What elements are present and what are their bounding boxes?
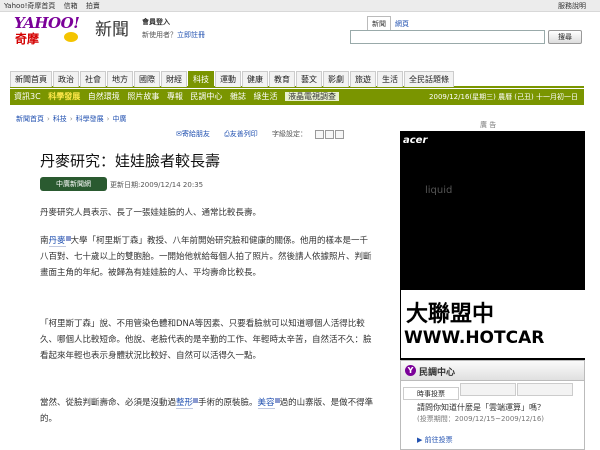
poll-title: 民調中心 xyxy=(419,368,456,378)
logo-bird-icon xyxy=(64,32,78,42)
yahoo-logo[interactable]: YAHOO! 奇摩 xyxy=(14,14,92,46)
logo-sub: 奇摩 xyxy=(15,32,40,46)
subnav-item-tv-survey[interactable]: 液晶電視調查 xyxy=(285,92,340,101)
poll-period: (投票期間：2009/12/15~2009/12/16) xyxy=(417,415,545,423)
auction-link[interactable]: 拍賣 xyxy=(86,2,100,10)
font-size-medium-icon[interactable] xyxy=(325,129,335,139)
main-nav: 新聞首頁 政治 社會 地方 國際 財經 科技 運動 健康 教育 藝文 影劇 旅遊… xyxy=(10,71,584,88)
login-area: 會員登入 新使用者？立即註冊 xyxy=(142,17,205,40)
breadcrumb-item[interactable]: 中廣 xyxy=(112,115,126,123)
breadcrumb: 新聞首頁 › 科技 › 科學發展 › 中廣 xyxy=(16,114,126,124)
ad-label: 廣 告 xyxy=(480,121,497,129)
nav-item-active[interactable]: 科技 xyxy=(188,71,214,87)
article-tools: ✉寄給朋友 ⎙友善列印 字級設定： xyxy=(176,129,388,139)
nav-item[interactable]: 藝文 xyxy=(296,71,322,87)
search-tab-news[interactable]: 新聞 xyxy=(367,16,391,31)
article-paragraph: 「柯里斯丁森」說、不用管染色體和DNA等因素、只要看臉就可以知道哪個人活得比較久… xyxy=(40,319,372,361)
help-link[interactable]: 服務說明 xyxy=(558,0,586,12)
register-link[interactable]: 立即註冊 xyxy=(177,31,205,39)
poll-tab[interactable] xyxy=(517,383,573,396)
font-size-large-icon[interactable] xyxy=(335,129,345,139)
ad-brand: acer xyxy=(403,135,428,146)
keyword-link[interactable]: 整形 xyxy=(176,398,194,409)
print-label: 友善列印 xyxy=(229,130,258,138)
source-logo: 中廣新聞網 xyxy=(40,177,107,191)
ad-text-cn: 大聯盟中 xyxy=(406,302,495,327)
sub-nav-items: 資訊3C 科學發展 自然環境 照片故事 專報 民調中心 雜誌 綠生活 液晶電視調… xyxy=(14,89,344,105)
sub-nav: 資訊3C 科學發展 自然環境 照片故事 專報 民調中心 雜誌 綠生活 液晶電視調… xyxy=(10,89,584,105)
nav-item[interactable]: 全民話題條 xyxy=(404,71,454,87)
top-bar: Yahoo!奇摩首頁 信箱 拍賣 服務說明 xyxy=(0,0,600,12)
text: 大學「柯里斯丁森」教授、八年前開始研究臉和健康的關係。他用的樣本是一千八百對、七… xyxy=(40,236,372,278)
breadcrumb-item[interactable]: 新聞首頁 xyxy=(16,115,44,123)
breadcrumb-separator: › xyxy=(47,115,50,123)
nav-item[interactable]: 影劇 xyxy=(323,71,349,87)
nav-item[interactable]: 政治 xyxy=(53,71,79,87)
article-paragraph: 南丹麥 大學「柯里斯丁森」教授、八年前開始研究臉和健康的關係。他用的樣本是一千八百… xyxy=(40,233,376,281)
article-paragraph: 當然、從臉判斷壽命、必須是沒動過整形 手術的原裝臉。美容 過的山寨版、是做不得準的。 xyxy=(40,395,376,427)
poll-vote-link[interactable]: ▶ 前往投票 xyxy=(417,435,453,445)
breadcrumb-separator: › xyxy=(106,115,110,123)
text: 當然、從臉判斷壽命、必須是沒動過 xyxy=(40,398,177,408)
article-paragraph: 丹麥研究人員表示、長了一張娃娃臉的人、通常比較長壽。 xyxy=(40,208,262,218)
subnav-item-active[interactable]: 科學發展 xyxy=(48,92,80,101)
section-title[interactable]: 新聞 xyxy=(95,15,129,40)
keyword-link[interactable]: 丹麥 xyxy=(48,236,66,247)
font-size-label: 字級設定： xyxy=(271,130,307,138)
subnav-item[interactable]: 綠生活 xyxy=(254,92,278,101)
register-prompt: 新使用者？ xyxy=(142,31,177,39)
page: Yahoo!奇摩首頁 信箱 拍賣 服務說明 YAHOO! 奇摩 新聞 會員登入 … xyxy=(0,0,600,450)
mail-link[interactable]: 信箱 xyxy=(64,2,78,10)
register-line: 新使用者？立即註冊 xyxy=(142,30,205,40)
nav-item[interactable]: 旅遊 xyxy=(350,71,376,87)
subnav-item[interactable]: 民調中心 xyxy=(190,92,222,101)
ad-tagline: liquid xyxy=(425,185,453,196)
print-button[interactable]: ⎙友善列印 xyxy=(224,130,264,138)
subnav-item[interactable]: 資訊3C xyxy=(14,92,41,101)
text: 南 xyxy=(40,236,49,246)
poll-tab-current[interactable]: 時事投票 xyxy=(403,387,459,400)
login-link[interactable]: 會員登入 xyxy=(142,17,205,27)
search-button[interactable]: 搜尋 xyxy=(548,30,582,44)
date-text: 2009/12/16(星期三) 農曆 (己丑) 十一月初一日 xyxy=(429,93,578,101)
poll-tab[interactable] xyxy=(460,383,516,396)
search-tabs: 新聞 網頁 xyxy=(367,16,413,31)
nav-item[interactable]: 國際 xyxy=(134,71,160,87)
search-tab-web[interactable]: 網頁 xyxy=(391,17,413,31)
font-size-small-icon[interactable] xyxy=(315,129,325,139)
poll-header: Y 民調中心 xyxy=(401,361,584,381)
top-links: Yahoo!奇摩首頁 信箱 拍賣 xyxy=(4,0,106,12)
article-title: 丹麥研究：娃娃臉者較長壽 xyxy=(40,152,221,170)
keyword-link[interactable]: 美容 xyxy=(257,398,275,409)
nav-item[interactable]: 社會 xyxy=(80,71,106,87)
ad-text-en: WWW.HOTCAR xyxy=(404,328,545,348)
nav-item[interactable]: 生活 xyxy=(377,71,403,87)
update-date: 更新日期:2009/12/14 20:35 xyxy=(110,181,204,189)
poll-vote-label: 前往投票 xyxy=(424,436,453,444)
subnav-item[interactable]: 雜誌 xyxy=(230,92,246,101)
breadcrumb-separator: › xyxy=(69,115,73,123)
subnav-item[interactable]: 照片故事 xyxy=(127,92,159,101)
nav-item[interactable]: 新聞首頁 xyxy=(10,71,52,87)
nav-item[interactable]: 教育 xyxy=(269,71,295,87)
nav-item[interactable]: 健康 xyxy=(242,71,268,87)
breadcrumb-item[interactable]: 科技 xyxy=(53,115,67,123)
text: 手術的原裝臉。 xyxy=(198,398,258,408)
nav-item[interactable]: 財經 xyxy=(161,71,187,87)
breadcrumb-item[interactable]: 科學發展 xyxy=(76,115,104,123)
search-input[interactable] xyxy=(350,30,545,44)
yahoo-y-icon: Y xyxy=(405,365,416,376)
yahoo-home-link[interactable]: Yahoo!奇摩首頁 xyxy=(4,2,55,10)
poll-widget: Y 民調中心 時事投票 請問你知道什麼是「雲端運算」嗎？ (投票期間：2009/… xyxy=(400,360,585,450)
send-label: 寄給朋友 xyxy=(181,130,210,138)
subnav-item[interactable]: 自然環境 xyxy=(88,92,120,101)
send-to-friend-button[interactable]: ✉寄給朋友 xyxy=(176,130,216,138)
poll-tabs: 時事投票 xyxy=(403,383,583,400)
nav-item[interactable]: 運動 xyxy=(215,71,241,87)
poll-question[interactable]: 請問你知道什麼是「雲端運算」嗎？ xyxy=(417,402,545,413)
nav-item[interactable]: 地方 xyxy=(107,71,133,87)
subnav-item[interactable]: 專報 xyxy=(167,92,183,101)
